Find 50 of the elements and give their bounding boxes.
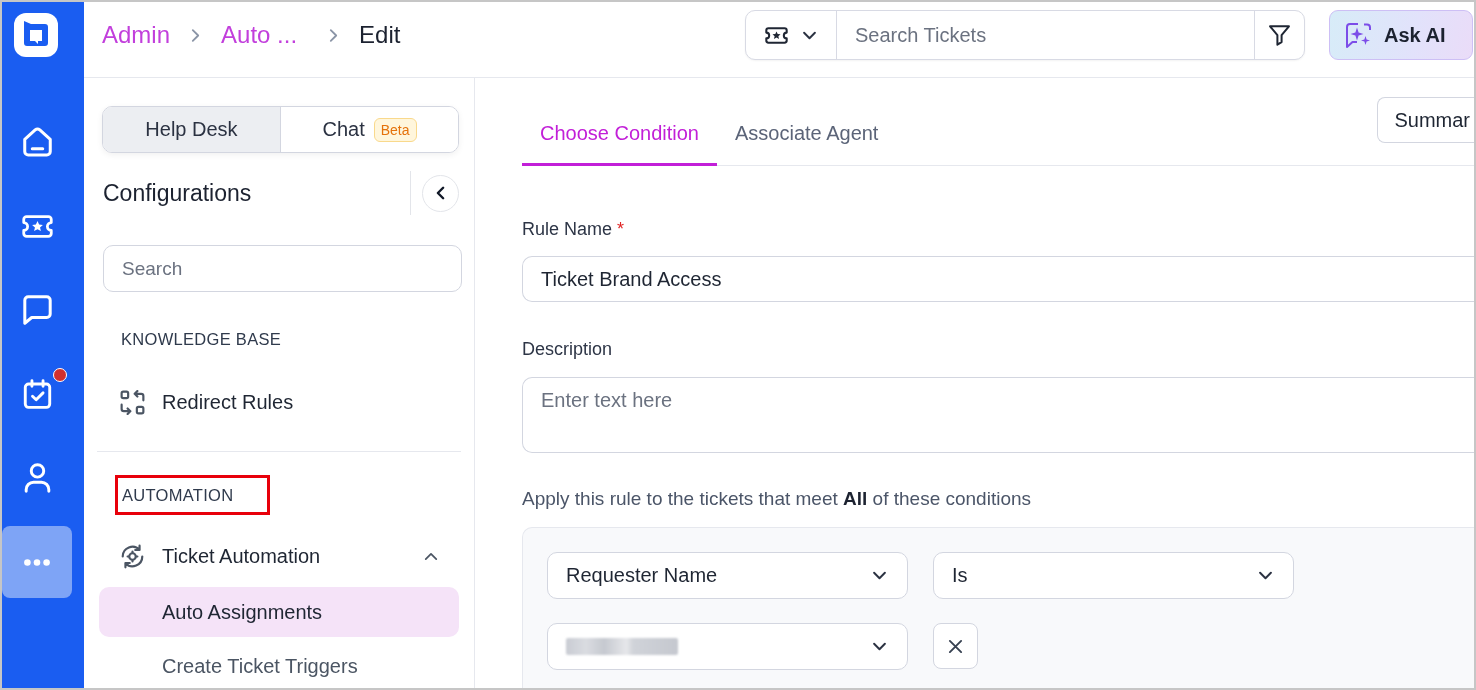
segment-tab[interactable]: Chat Beta — [280, 107, 458, 152]
tab[interactable]: Choose Condition — [522, 104, 717, 166]
collapse-button[interactable] — [422, 174, 459, 212]
text-input[interactable]: Ticket Brand Access — [522, 256, 1474, 302]
breadcrumb-link[interactable]: Admin — [102, 20, 171, 50]
field-label: Description — [522, 338, 613, 360]
chat-bubble-icon — [22, 295, 52, 325]
segment-tab[interactable]: Help Desk — [103, 107, 280, 152]
nav-item[interactable]: Ticket Automation — [102, 531, 459, 581]
beta-badge: Beta — [373, 117, 417, 142]
chevron-right-icon — [329, 27, 339, 43]
chevron-down-icon — [872, 642, 887, 651]
breadcrumb-link[interactable]: Auto ... — [221, 20, 298, 50]
user-icon — [22, 463, 52, 493]
calendar-check-icon — [22, 379, 52, 409]
nav-subitem[interactable]: Create Ticket Triggers — [99, 641, 459, 688]
description-field[interactable]: Enter text here — [522, 377, 1474, 453]
field-label: Rule Name — [522, 219, 613, 239]
breadcrumb-current: Edit — [359, 20, 401, 50]
conditions-intro: Apply this rule to the tickets that meet All of these conditions — [522, 487, 1032, 511]
ask-ai-button[interactable]: Ask AI — [1329, 10, 1473, 60]
search-field[interactable]: Search — [103, 245, 462, 292]
section-heading: KNOWLEDGE BASE — [121, 329, 282, 349]
chevron-left-icon — [436, 186, 445, 200]
swap-squares-icon — [120, 389, 145, 415]
field-dropdown[interactable]: Requester Name — [547, 552, 908, 599]
chevron-down-icon — [1258, 571, 1273, 580]
operator-dropdown[interactable]: Is — [933, 552, 1294, 599]
sync-gear-icon — [120, 543, 145, 569]
logo-icon — [14, 13, 58, 57]
section-heading: AUTOMATION — [122, 485, 234, 505]
chevron-down-icon — [872, 571, 887, 580]
nav-item[interactable]: Redirect Rules — [102, 377, 459, 427]
tab[interactable]: Associate Agent — [717, 104, 897, 166]
chevron-right-icon — [191, 27, 201, 43]
filter-icon — [1269, 24, 1290, 46]
search-field[interactable]: Search Tickets — [837, 11, 1254, 59]
search-bar[interactable]: Search Tickets — [745, 10, 1305, 60]
chevron-down-icon — [802, 30, 817, 40]
close-icon — [948, 638, 963, 654]
sparkle-chat-icon — [1345, 21, 1372, 49]
more-icon — [24, 558, 50, 566]
panel-title: Configurations — [103, 179, 253, 207]
remove-button[interactable] — [933, 623, 978, 669]
ticket-icon — [21, 214, 53, 238]
required-mark: * — [617, 219, 625, 239]
home-icon — [22, 127, 52, 157]
nav-subitem[interactable]: Auto Assignments — [99, 587, 459, 637]
summary-button[interactable]: Summar — [1377, 97, 1474, 143]
ticket-icon — [765, 26, 788, 44]
